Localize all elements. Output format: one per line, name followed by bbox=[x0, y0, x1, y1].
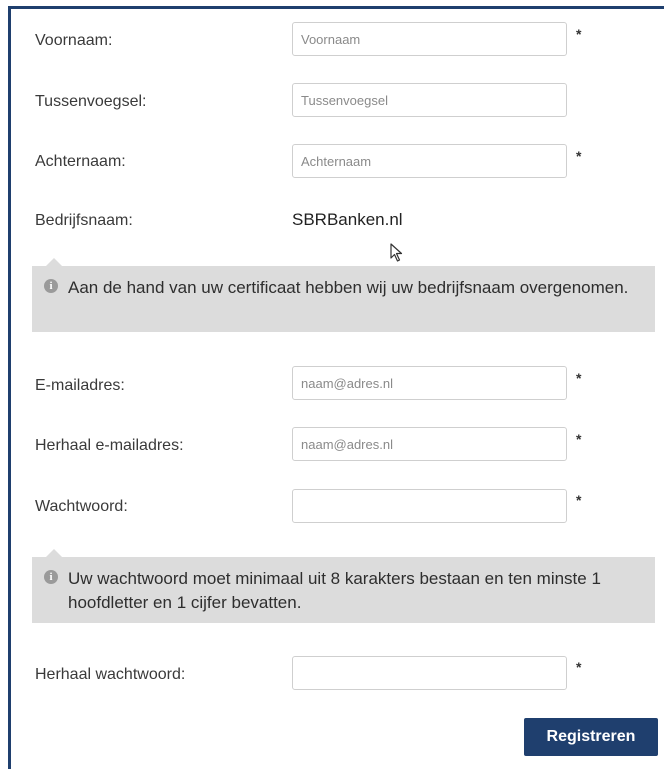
required-marker: * bbox=[576, 659, 582, 675]
email-input[interactable] bbox=[292, 366, 567, 400]
email-label: E-mailadres: bbox=[35, 377, 125, 394]
info-circle-icon: i bbox=[44, 570, 58, 584]
password-info-text: Uw wachtwoord moet minimaal uit 8 karakt… bbox=[68, 569, 601, 612]
last-name-label: Achternaam: bbox=[35, 153, 126, 170]
company-name-value: SBRBanken.nl bbox=[292, 210, 403, 229]
repeat-email-input[interactable] bbox=[292, 427, 567, 461]
password-info-box: i Uw wachtwoord moet minimaal uit 8 kara… bbox=[32, 549, 655, 623]
repeat-password-input[interactable] bbox=[292, 656, 567, 690]
company-info-box: i Aan de hand van uw certificaat hebben … bbox=[32, 258, 655, 332]
mouse-pointer-icon bbox=[390, 243, 403, 262]
required-marker: * bbox=[576, 148, 582, 164]
info-circle-icon: i bbox=[44, 279, 58, 293]
password-label: Wachtwoord: bbox=[35, 498, 128, 515]
password-input[interactable] bbox=[292, 489, 567, 523]
company-name-label: Bedrijfsnaam: bbox=[35, 212, 133, 229]
register-button[interactable]: Registreren bbox=[524, 718, 658, 756]
company-info-text: Aan de hand van uw certificaat hebben wi… bbox=[68, 278, 629, 297]
required-marker: * bbox=[576, 492, 582, 508]
required-marker: * bbox=[576, 26, 582, 42]
repeat-email-label: Herhaal e-mailadres: bbox=[35, 437, 184, 454]
infix-label: Tussenvoegsel: bbox=[35, 93, 147, 110]
required-marker: * bbox=[576, 431, 582, 447]
first-name-input[interactable] bbox=[292, 22, 567, 56]
first-name-label: Voornaam: bbox=[35, 32, 113, 49]
infix-input[interactable] bbox=[292, 83, 567, 117]
last-name-input[interactable] bbox=[292, 144, 567, 178]
required-marker: * bbox=[576, 370, 582, 386]
repeat-password-label: Herhaal wachtwoord: bbox=[35, 666, 186, 683]
